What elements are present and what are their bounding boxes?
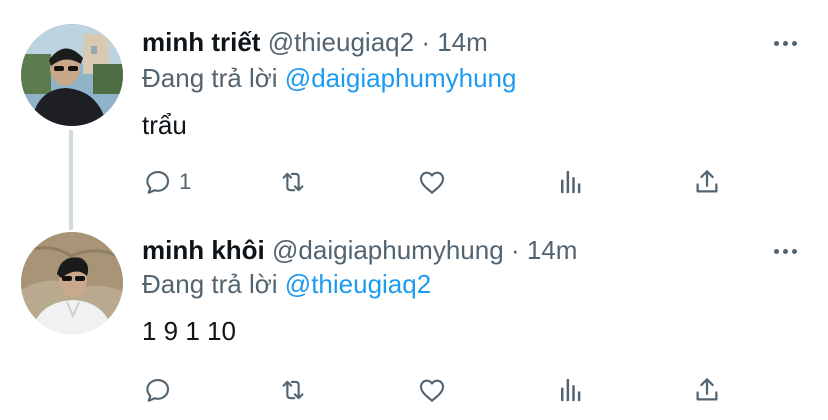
tweet[interactable]: minh khôi @daigiaphumyhung · 14m Đang tr…	[0, 212, 828, 420]
retweet-icon	[282, 172, 304, 192]
tweet-actions: 1	[0, 162, 828, 202]
share-button[interactable]	[692, 370, 722, 410]
views-button[interactable]	[556, 162, 586, 202]
views-icon	[561, 170, 581, 194]
tweet-header: minh triết @thieugiaq2 · 14m	[142, 24, 488, 60]
views-button[interactable]	[556, 370, 586, 410]
tweet-text: 1 9 1 10	[142, 316, 236, 346]
author-handle[interactable]: @thieugiaq2	[268, 27, 414, 57]
retweet-button[interactable]	[278, 162, 314, 202]
replying-to-link[interactable]: @daigiaphumyhung	[285, 63, 517, 93]
tweet-time[interactable]: 14m	[437, 27, 488, 57]
author-name[interactable]: minh khôi	[142, 235, 265, 265]
like-button[interactable]	[417, 162, 453, 202]
replying-to-line: Đang trả lời @thieugiaq2	[142, 268, 431, 300]
replying-to-link[interactable]: @thieugiaq2	[285, 269, 431, 299]
like-icon	[419, 171, 445, 194]
tweet-actions	[0, 370, 828, 410]
more-icon[interactable]	[774, 40, 798, 48]
reply-icon	[146, 378, 170, 402]
tweet-time[interactable]: 14m	[527, 235, 578, 265]
reply-button[interactable]: 1	[143, 162, 191, 202]
retweet-icon	[282, 380, 304, 400]
avatar[interactable]	[21, 232, 123, 334]
separator-dot: ·	[510, 235, 520, 265]
like-icon	[419, 379, 445, 402]
share-icon	[696, 378, 718, 401]
share-icon	[696, 170, 718, 193]
reply-button[interactable]	[143, 370, 179, 410]
author-handle[interactable]: @daigiaphumyhung	[272, 235, 504, 265]
reply-icon	[146, 170, 170, 194]
avatar-image	[21, 232, 123, 334]
like-button[interactable]	[417, 370, 453, 410]
retweet-button[interactable]	[278, 370, 314, 410]
tweet[interactable]: minh triết @thieugiaq2 · 14m Đang trả lờ…	[0, 0, 828, 212]
replying-to-line: Đang trả lời @daigiaphumyhung	[142, 62, 516, 94]
separator-dot: ·	[421, 27, 430, 57]
tweet-header: minh khôi @daigiaphumyhung · 14m	[142, 232, 577, 268]
author-name[interactable]: minh triết	[142, 27, 260, 57]
tweet-text: trẩu	[142, 110, 187, 140]
avatar-image	[21, 24, 123, 126]
replying-prefix: Đang trả lời	[142, 269, 278, 299]
more-icon[interactable]	[774, 248, 798, 256]
share-button[interactable]	[692, 162, 722, 202]
reply-count: 1	[179, 169, 192, 194]
replying-prefix: Đang trả lời	[142, 63, 278, 93]
views-icon	[561, 378, 581, 402]
avatar[interactable]	[21, 24, 123, 126]
